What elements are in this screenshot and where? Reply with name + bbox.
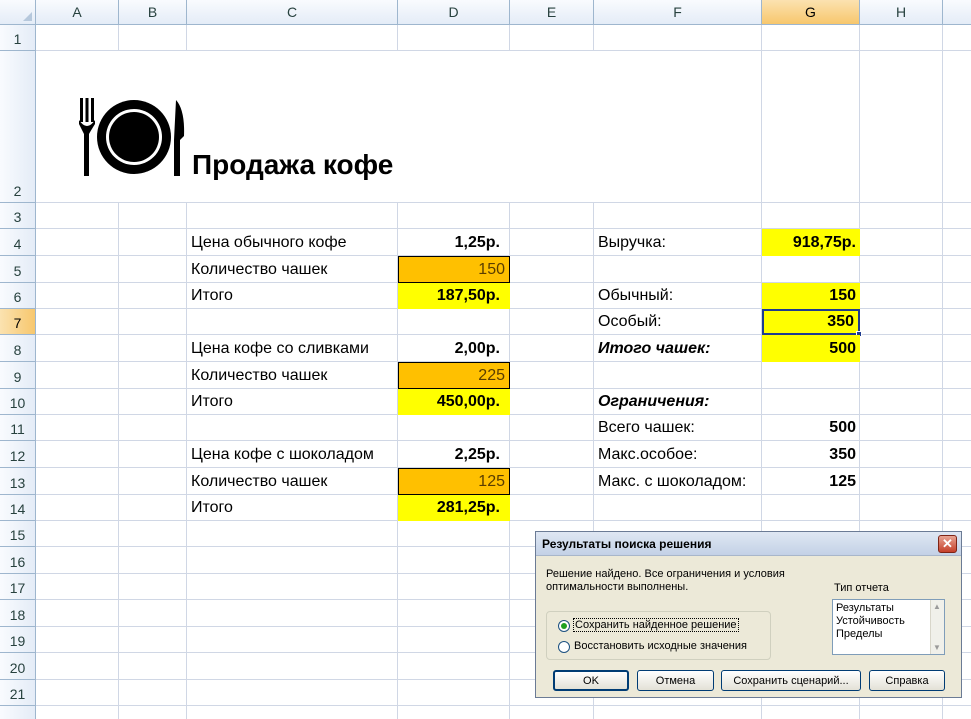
row-header-14[interactable]: 14 xyxy=(0,495,36,521)
column-header-g[interactable]: G xyxy=(762,0,860,25)
gridline xyxy=(36,705,971,706)
restaurant-plate-icon[interactable] xyxy=(78,96,188,178)
restore-values-radio[interactable] xyxy=(558,641,570,653)
total-chocolate-label[interactable]: Итого xyxy=(187,495,398,521)
revenue-value[interactable]: 918,75р. xyxy=(762,229,860,256)
row-header-1[interactable]: 1 xyxy=(0,25,36,51)
cups-regular-input[interactable]: 150 xyxy=(398,256,510,283)
row-header-9[interactable]: 9 xyxy=(0,362,36,389)
row-header-2[interactable]: 2 xyxy=(0,51,36,203)
close-icon[interactable]: ✕ xyxy=(938,535,957,553)
row-header-6[interactable]: 6 xyxy=(0,283,36,309)
row-header-16[interactable]: 16 xyxy=(0,547,36,574)
price-regular-value[interactable]: 1,25р. xyxy=(398,229,510,256)
column-header-e[interactable]: E xyxy=(510,0,594,25)
report-limits[interactable]: Пределы xyxy=(836,628,882,641)
help-button[interactable]: Справка xyxy=(869,670,945,691)
total-chocolate-value[interactable]: 281,25р. xyxy=(398,495,510,521)
row-header-19[interactable]: 19 xyxy=(0,627,36,653)
cancel-button[interactable]: Отмена xyxy=(637,670,714,691)
solver-results-dialog[interactable]: Результаты поиска решения ✕ Решение найд… xyxy=(535,531,962,698)
row-header-3[interactable]: 3 xyxy=(0,203,36,229)
report-type-label: Тип отчета xyxy=(834,582,889,594)
cups-cream-label[interactable]: Количество чашек xyxy=(187,362,398,389)
scroll-down-icon[interactable]: ▼ xyxy=(933,643,941,652)
max-chocolate-value[interactable]: 125 xyxy=(762,468,860,495)
column-header-d[interactable]: D xyxy=(398,0,510,25)
column-header-c[interactable]: C xyxy=(187,0,398,25)
gridline xyxy=(36,202,971,203)
total-regular-label[interactable]: Итого xyxy=(187,283,398,309)
keep-solution-label[interactable]: Сохранить найденное решение xyxy=(573,618,739,632)
row-header-18[interactable]: 18 xyxy=(0,600,36,627)
dialog-title: Результаты поиска решения xyxy=(542,536,712,551)
row-header-22[interactable] xyxy=(0,706,36,719)
report-list-scrollbar[interactable]: ▲ ▼ xyxy=(930,600,944,654)
page-title[interactable]: Продажа кофе xyxy=(188,140,397,190)
all-cups-value[interactable]: 500 xyxy=(762,415,860,441)
column-header-h[interactable]: H xyxy=(860,0,943,25)
total-regular-value[interactable]: 187,50р. xyxy=(398,283,510,309)
price-regular-label[interactable]: Цена обычного кофе xyxy=(187,229,398,256)
row-header-21[interactable]: 21 xyxy=(0,680,36,706)
all-cups-label[interactable]: Всего чашек: xyxy=(594,415,762,441)
row-header-8[interactable]: 8 xyxy=(0,335,36,362)
row-header-11[interactable]: 11 xyxy=(0,415,36,441)
row-header-4[interactable]: 4 xyxy=(0,229,36,256)
max-chocolate-label[interactable]: Макс. с шоколадом: xyxy=(594,468,762,495)
save-scenario-button[interactable]: Сохранить сценарий... xyxy=(721,670,861,691)
constraints-label[interactable]: Ограничения: xyxy=(594,389,762,415)
special-count-label[interactable]: Особый: xyxy=(594,309,762,335)
total-cups-value[interactable]: 500 xyxy=(762,335,860,362)
row-header-5[interactable]: 5 xyxy=(0,256,36,283)
cups-chocolate-input[interactable]: 125 xyxy=(398,468,510,495)
regular-count-value[interactable]: 150 xyxy=(762,283,860,309)
revenue-label[interactable]: Выручка: xyxy=(594,229,762,256)
row-header-13[interactable]: 13 xyxy=(0,468,36,495)
column-header-f[interactable]: F xyxy=(594,0,762,25)
regular-count-label[interactable]: Обычный: xyxy=(594,283,762,309)
report-sensitivity[interactable]: Устойчивость xyxy=(836,615,905,628)
column-header-i[interactable] xyxy=(943,0,971,25)
column-header-b[interactable]: B xyxy=(119,0,187,25)
report-type-list[interactable]: Результаты Устойчивость Пределы ▲ ▼ xyxy=(832,599,945,655)
max-special-value[interactable]: 350 xyxy=(762,441,860,468)
cups-chocolate-label[interactable]: Количество чашек xyxy=(187,468,398,495)
cups-regular-label[interactable]: Количество чашек xyxy=(187,256,398,283)
total-cups-label[interactable]: Итого чашек: xyxy=(594,335,762,362)
dialog-title-bar[interactable]: Результаты поиска решения xyxy=(536,532,961,556)
keep-solution-radio[interactable] xyxy=(558,620,570,632)
row-header-20[interactable]: 20 xyxy=(0,653,36,680)
select-all-corner[interactable] xyxy=(0,0,36,25)
row-header-10[interactable]: 10 xyxy=(0,389,36,415)
row-header-17[interactable]: 17 xyxy=(0,574,36,600)
max-special-label[interactable]: Макс.особое: xyxy=(594,441,762,468)
ok-button[interactable]: OK xyxy=(553,670,629,691)
total-cream-value[interactable]: 450,00р. xyxy=(398,389,510,415)
row-header-7[interactable]: 7 xyxy=(0,309,36,335)
report-results[interactable]: Результаты xyxy=(836,602,894,615)
restore-values-label[interactable]: Восстановить исходные значения xyxy=(574,640,747,652)
total-cream-label[interactable]: Итого xyxy=(187,389,398,415)
row-header-12[interactable]: 12 xyxy=(0,441,36,468)
price-chocolate-label[interactable]: Цена кофе с шоколадом xyxy=(187,441,398,468)
price-cream-value[interactable]: 2,00р. xyxy=(398,335,510,362)
cups-cream-input[interactable]: 225 xyxy=(398,362,510,389)
row-header-15[interactable]: 15 xyxy=(0,521,36,547)
price-cream-label[interactable]: Цена кофе со сливками xyxy=(187,335,398,362)
scroll-up-icon[interactable]: ▲ xyxy=(933,602,941,611)
column-header-a[interactable]: A xyxy=(36,0,119,25)
dialog-message: Решение найдено. Все ограничения и услов… xyxy=(546,568,785,593)
price-chocolate-value[interactable]: 2,25р. xyxy=(398,441,510,468)
special-count-value-selected[interactable]: 350 xyxy=(762,309,860,335)
